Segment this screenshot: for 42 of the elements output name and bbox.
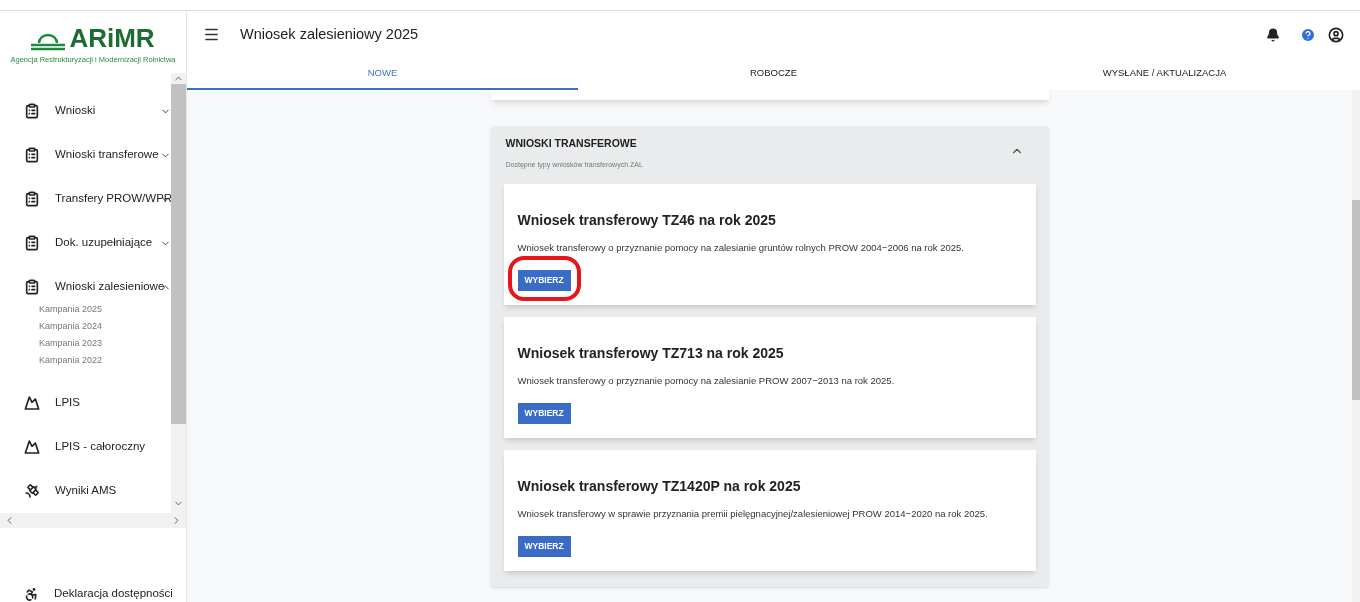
sidebar-subitem[interactable]: Kampania 2024 <box>39 318 171 335</box>
mountain-icon <box>24 395 40 411</box>
sidebar-subitem[interactable]: Kampania 2022 <box>39 352 171 369</box>
select-button[interactable]: WYBIERZ <box>517 535 571 557</box>
select-button[interactable]: WYBIERZ <box>517 403 571 424</box>
clipboard-icon <box>24 147 40 163</box>
section-title: WNIOSKI TRANSFEROWE <box>505 136 638 151</box>
clipboard-icon <box>24 103 40 119</box>
mountain-icon <box>24 439 40 455</box>
card-title: Wniosek transferowy TZ713 na rok 2025 <box>517 344 785 364</box>
help-icon[interactable] <box>1300 26 1316 43</box>
page-title: Wniosek zalesieniowy 2025 <box>240 24 420 44</box>
bell-icon[interactable] <box>1266 27 1280 42</box>
logo-text: ARiMR <box>69 24 155 51</box>
clipboard-icon <box>24 235 40 251</box>
horizontal-scrollbar[interactable] <box>0 513 186 528</box>
sidebar-item[interactable]: Wnioski transferowe <box>24 133 171 177</box>
scrollbar[interactable] <box>1352 90 1360 602</box>
select-button[interactable]: WYBIERZ <box>517 270 571 292</box>
sidebar-item[interactable]: Dok. uzupełniające <box>24 221 171 265</box>
card-description: Wniosek transferowy o przyznanie pomocy na zalesianie PROW 2007−2013 na rok 2025. <box>517 374 896 388</box>
sidebar-item[interactable]: LPIS <box>24 381 171 425</box>
sidebar-item[interactable]: Wnioski <box>24 89 171 133</box>
card-description: Wniosek transferowy o przyznanie pomocy na zalesianie gruntów rolnych PROW 2004−2006 na rok 2025. <box>517 241 965 255</box>
card-title: Wniosek transferowy TZ46 na rok 2025 <box>517 211 777 231</box>
tab[interactable]: WYSŁANE / AKTUALIZACJA <box>969 58 1360 90</box>
sidebar-subitem[interactable]: Kampania 2023 <box>39 335 171 352</box>
tab[interactable]: ROBOCZE <box>578 58 969 90</box>
sidebar-subitem[interactable]: Kampania 2025 <box>39 301 171 318</box>
card-description: Wniosek transferowy w sprawie przyznania premii pielęgnacyjnej/zalesieniowej PROW 2014−2020 na rok 2025. <box>517 507 989 520</box>
clipboard-icon <box>24 279 40 295</box>
menu-icon[interactable] <box>203 26 220 43</box>
accessibility-icon <box>24 587 39 602</box>
sidebar-item[interactable]: Transfery PROW/WPR <box>24 177 171 221</box>
clipboard-icon <box>24 191 40 207</box>
user-icon[interactable] <box>1328 26 1344 43</box>
sidebar-footer-link[interactable]: Deklaracja dostępności <box>54 584 173 602</box>
scrollbar[interactable] <box>171 73 186 513</box>
satellite-icon <box>24 483 40 499</box>
sidebar-item[interactable]: LPIS - całoroczny <box>24 425 171 469</box>
card-title: Wniosek transferowy TZ1420P na rok 2025 <box>517 477 802 496</box>
sidebar-item[interactable]: Wyniki AMS <box>24 469 171 513</box>
